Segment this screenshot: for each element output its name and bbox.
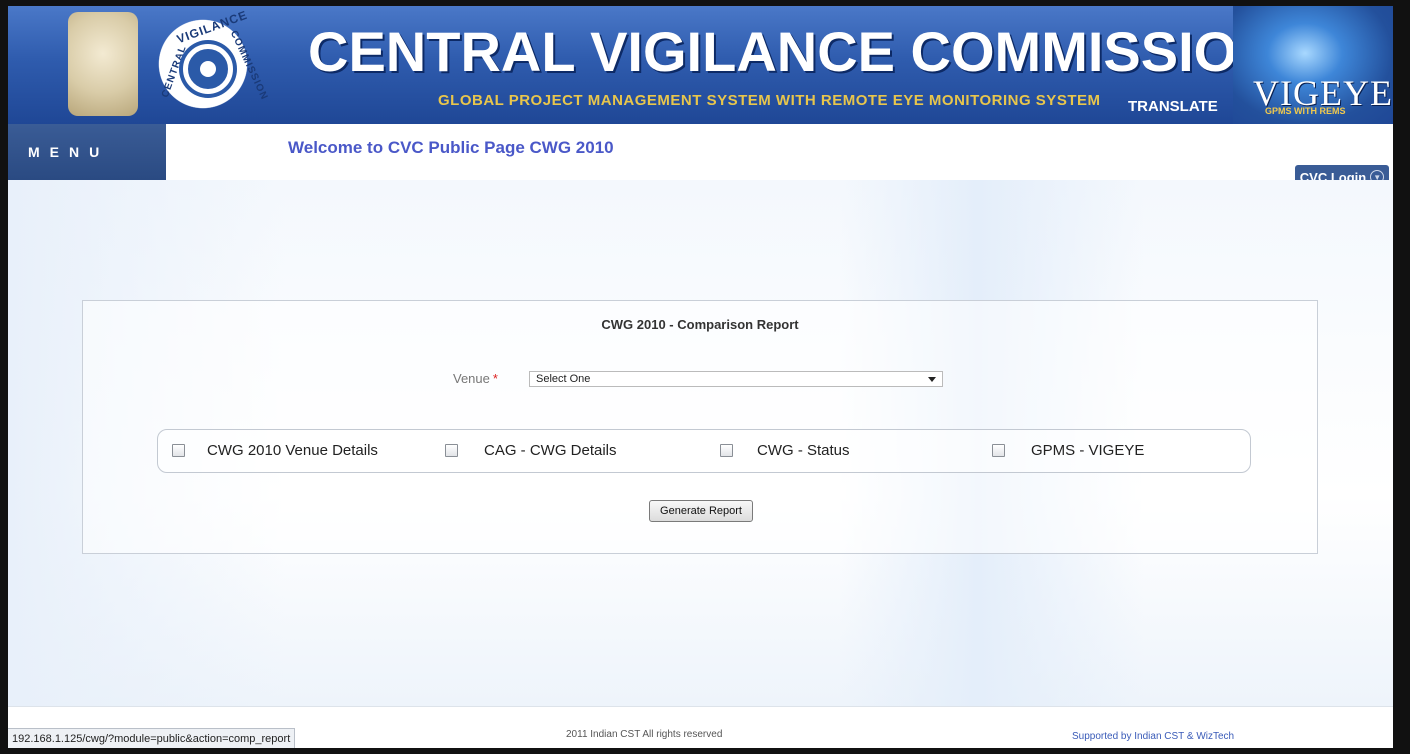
main-content: CWG 2010 - Comparison Report Venue * Sele… (8, 180, 1393, 706)
site-subtitle: GLOBAL PROJECT MANAGEMENT SYSTEM WITH RE… (438, 92, 1101, 109)
cag-details-checkbox[interactable] (445, 444, 458, 457)
translate-link[interactable]: TRANSLATE (1128, 98, 1218, 115)
supported-by-link[interactable]: Supported by Indian CST & WizTech (1072, 731, 1234, 742)
comparison-report-panel: CWG 2010 - Comparison Report Venue * Sele… (82, 300, 1318, 554)
report-options-panel: CWG 2010 Venue Details CAG - CWG Details… (157, 429, 1251, 473)
gpms-vigeye-checkbox[interactable] (992, 444, 1005, 457)
report-title: CWG 2010 - Comparison Report (601, 317, 799, 332)
vigeye-logo-subtext: GPMS WITH REMS (1265, 106, 1346, 116)
seal-text-right: COMMISSION (227, 28, 270, 103)
generate-report-button[interactable]: Generate Report (649, 500, 753, 522)
option-label: GPMS - VIGEYE (1031, 442, 1145, 459)
status-bar-url: 192.168.1.125/cwg/?module=public&action=… (8, 728, 296, 748)
venue-label: Venue * (453, 371, 498, 386)
dropdown-arrow-icon (928, 377, 936, 382)
required-marker: * (492, 371, 498, 386)
menu-button[interactable]: MENU (8, 124, 166, 180)
venue-select-value: Select One (536, 373, 591, 385)
venue-select[interactable]: Select One (529, 371, 943, 387)
cwg-status-checkbox[interactable] (720, 444, 733, 457)
site-title: CENTRAL VIGILANCE COMMISSION (308, 20, 1278, 83)
venue-label-text: Venue (453, 371, 490, 386)
option-label: CWG 2010 Venue Details (207, 442, 378, 459)
option-cag-details[interactable]: CAG - CWG Details (445, 442, 617, 459)
seal-eye-icon (183, 44, 233, 94)
option-gpms-vigeye[interactable]: GPMS - VIGEYE (992, 442, 1144, 459)
option-venue-details[interactable]: CWG 2010 Venue Details (172, 442, 378, 459)
national-emblem-icon (68, 12, 138, 116)
option-label: CAG - CWG Details (484, 442, 617, 459)
vigeye-logo: VIGEYE GPMS WITH REMS (1233, 6, 1393, 124)
option-label: CWG - Status (757, 442, 850, 459)
cvc-seal-logo: VIGILANCE CENTRAL COMMISSION (153, 8, 270, 114)
option-cwg-status[interactable]: CWG - Status (720, 442, 850, 459)
header-banner: VIGILANCE CENTRAL COMMISSION CENTRAL VIG… (8, 6, 1393, 124)
browser-page: VIGILANCE CENTRAL COMMISSION CENTRAL VIG… (8, 6, 1393, 748)
venue-details-checkbox[interactable] (172, 444, 185, 457)
welcome-message: Welcome to CVC Public Page CWG 2010 (288, 138, 614, 157)
copyright-text: 2011 Indian CST All rights reserved (566, 729, 723, 740)
